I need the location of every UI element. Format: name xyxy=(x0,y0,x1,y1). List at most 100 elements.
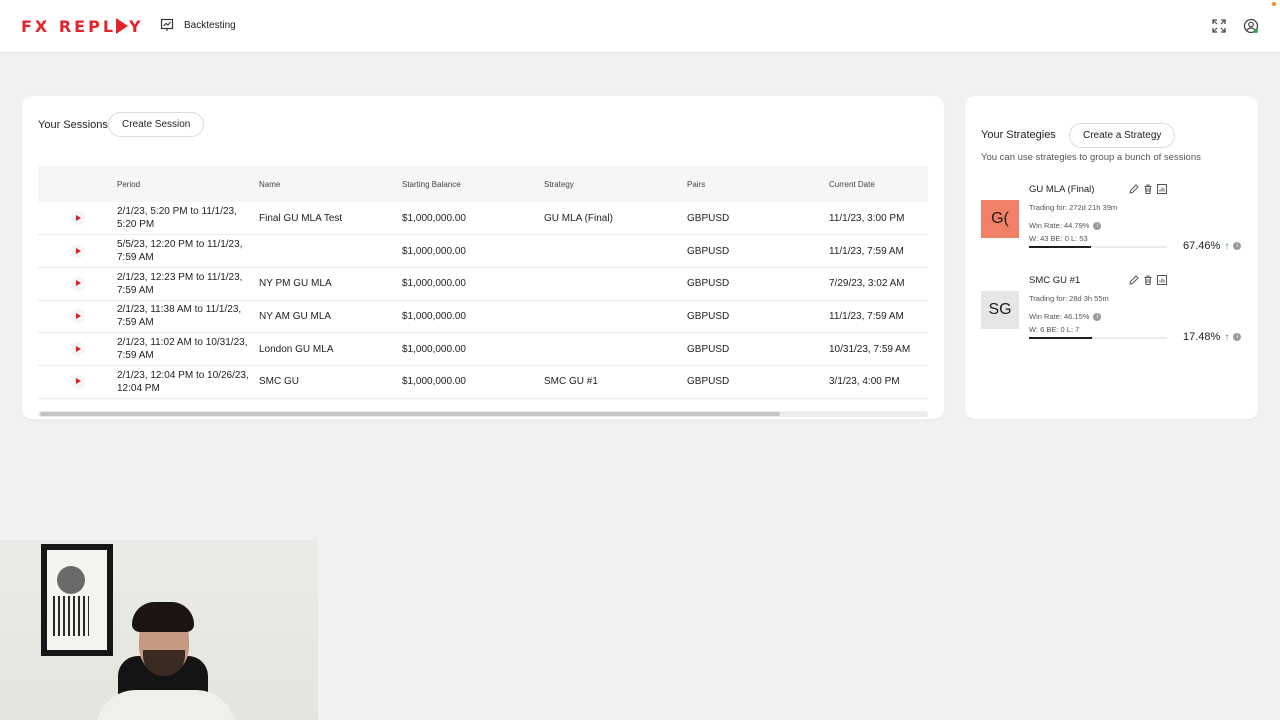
info-icon[interactable]: i xyxy=(1093,222,1102,230)
strategy-win-rate-line: Win Rate: 44.79% i xyxy=(1029,221,1102,230)
strategy-avatar: G( xyxy=(981,200,1019,238)
col-header-period[interactable]: Period xyxy=(117,166,259,202)
strategy-trading-for: Trading for: 28d 3h 55m xyxy=(1029,294,1109,303)
cell-pair: GBPUSD xyxy=(687,376,730,388)
play-session-icon[interactable] xyxy=(70,374,85,389)
col-header-name[interactable]: Name xyxy=(259,166,402,202)
strategy-card[interactable]: G( GU MLA (Final) Trading for: 272d 21h … xyxy=(981,182,1242,264)
arrow-up-icon: ↑ xyxy=(1224,240,1230,252)
info-icon[interactable]: i xyxy=(1233,242,1242,250)
create-session-button[interactable]: Create Session xyxy=(108,112,205,137)
strategy-progress-fill xyxy=(1029,246,1092,248)
arrow-up-icon: ↑ xyxy=(1224,331,1230,343)
table-row[interactable]: 2/1/23, 5:20 PM to 11/1/23, 5:20 PM Fina… xyxy=(38,202,928,235)
col-header-starting-balance[interactable]: Starting Balance xyxy=(402,166,544,202)
cell-strategy xyxy=(544,235,687,268)
notification-dot xyxy=(1272,2,1276,6)
wall-art-frame xyxy=(41,544,113,656)
cell-balance: $1,000,000.00 xyxy=(402,278,466,290)
fx-replay-logo[interactable]: FX REPL Y xyxy=(21,16,144,36)
col-header-strategy[interactable]: Strategy xyxy=(544,166,687,202)
edit-pencil-icon[interactable] xyxy=(1128,182,1140,194)
cell-name xyxy=(259,235,402,268)
strategy-name: SMC GU #1 xyxy=(1029,275,1081,286)
play-session-icon[interactable] xyxy=(70,342,85,357)
strategy-progress-bar xyxy=(1029,246,1167,248)
cell-name: London GU MLA xyxy=(259,343,334,355)
cell-current-date: 11/1/23, 7:59 AM xyxy=(829,245,904,257)
cell-period: 2/1/23, 12:23 PM to 11/1/23, 7:59 AM xyxy=(117,271,243,296)
table-row[interactable]: 2/1/23, 12:04 PM to 10/26/23, 12:04 PM S… xyxy=(38,365,928,399)
col-header-play xyxy=(38,166,117,202)
nav-backtesting[interactable]: Backtesting xyxy=(160,18,236,32)
user-account-icon[interactable] xyxy=(1243,18,1259,34)
strategy-record: W: 43 BE: 0 L: 53 xyxy=(1029,234,1088,243)
horizontal-scrollbar[interactable] xyxy=(38,411,928,417)
sessions-panel: Your Sessions Create Session Period Name… xyxy=(22,96,944,419)
table-row[interactable]: 5/5/23, 12:20 PM to 11/1/23, 7:59 AM $1,… xyxy=(38,235,928,268)
cell-balance: $1,000,000.00 xyxy=(402,212,466,224)
strategy-card[interactable]: SG SMC GU #1 Trading for: 28d 3h 55m Win… xyxy=(981,273,1242,355)
strategy-trading-for: Trading for: 272d 21h 39m xyxy=(1029,203,1118,212)
strategy-pct-value: 67.46% xyxy=(1183,240,1221,252)
top-bar: FX REPL Y Backtesting xyxy=(0,0,1280,53)
cell-current-date: 3/1/23, 4:00 PM xyxy=(829,376,900,388)
logo-text-left: FX REPL xyxy=(21,16,117,36)
play-session-icon[interactable] xyxy=(70,276,85,291)
col-header-current-date[interactable]: Current Date xyxy=(829,166,928,202)
strategy-percentage: 17.48% ↑ i xyxy=(1183,331,1242,343)
sessions-table: Period Name Starting Balance Strategy Pa… xyxy=(38,166,928,400)
webcam-overlay xyxy=(0,540,318,720)
strategy-record: W: 6 BE: 0 L: 7 xyxy=(1029,325,1080,334)
cell-balance: $1,000,000.00 xyxy=(402,245,466,257)
presenter-shirt xyxy=(96,690,236,720)
cell-current-date: 7/29/23, 3:02 AM xyxy=(829,278,905,290)
create-strategy-button[interactable]: Create a Strategy xyxy=(1069,123,1176,148)
cell-current-date: 11/1/23, 3:00 PM xyxy=(829,212,905,224)
cell-balance: $1,000,000.00 xyxy=(402,310,466,322)
strategy-progress-fill xyxy=(1029,337,1093,339)
cell-pair: GBPUSD xyxy=(687,212,730,224)
cell-name: Final GU MLA Test xyxy=(259,212,343,224)
cell-strategy: SMC GU #1 xyxy=(544,376,598,388)
strategy-actions xyxy=(1128,273,1168,285)
col-header-pairs[interactable]: Pairs xyxy=(687,166,829,202)
cell-strategy xyxy=(544,333,687,366)
cell-current-date: 11/1/23, 7:59 AM xyxy=(829,310,904,322)
strategy-avatar-text: G( xyxy=(991,210,1009,227)
strategy-pct-value: 17.48% xyxy=(1183,331,1221,343)
strategy-percentage: 67.46% ↑ i xyxy=(1183,240,1242,252)
cell-current-date: 10/31/23, 7:59 AM xyxy=(829,343,911,355)
play-session-icon[interactable] xyxy=(70,211,85,226)
chart-board-icon xyxy=(160,18,174,32)
cell-strategy: GU MLA (Final) xyxy=(544,212,613,224)
info-icon[interactable]: i xyxy=(1233,333,1242,341)
table-row[interactable]: 2/1/23, 12:23 PM to 11/1/23, 7:59 AM NY … xyxy=(38,267,928,301)
table-row[interactable]: 2/1/23, 11:02 AM to 10/31/23, 7:59 AM Lo… xyxy=(38,333,928,366)
stats-chart-icon[interactable] xyxy=(1156,273,1168,285)
table-header-row: Period Name Starting Balance Strategy Pa… xyxy=(38,166,928,202)
trash-icon[interactable] xyxy=(1142,182,1154,194)
cell-strategy xyxy=(544,267,687,300)
strategy-win-rate: Win Rate: 44.79% xyxy=(1029,221,1090,230)
play-session-icon[interactable] xyxy=(70,309,85,324)
presenter-hair xyxy=(132,602,194,632)
fullscreen-icon[interactable] xyxy=(1211,18,1227,34)
cell-pair: GBPUSD xyxy=(687,245,730,257)
info-icon[interactable]: i xyxy=(1093,313,1102,321)
logo-play-icon xyxy=(116,18,129,34)
trash-icon[interactable] xyxy=(1142,273,1154,285)
cell-period: 2/1/23, 11:02 AM to 10/31/23, 7:59 AM xyxy=(117,337,248,362)
cell-period: 2/1/23, 11:38 AM to 11/1/23, 7:59 AM xyxy=(117,304,242,329)
table-row[interactable]: 2/1/23, 11:38 AM to 11/1/23, 7:59 AM NY … xyxy=(38,300,928,333)
cell-period: 5/5/23, 12:20 PM to 11/1/23, 7:59 AM xyxy=(117,239,243,264)
strategies-subtitle: You can use strategies to group a bunch … xyxy=(981,152,1201,163)
cell-strategy xyxy=(544,300,687,333)
strategies-panel: Your Strategies Create a Strategy You ca… xyxy=(965,96,1258,419)
play-session-icon[interactable] xyxy=(70,244,85,259)
cell-period: 2/1/23, 5:20 PM to 11/1/23, 5:20 PM xyxy=(117,206,237,231)
scrollbar-thumb[interactable] xyxy=(40,412,780,416)
edit-pencil-icon[interactable] xyxy=(1128,273,1140,285)
stats-chart-icon[interactable] xyxy=(1156,182,1168,194)
nav-backtesting-label: Backtesting xyxy=(184,19,236,31)
